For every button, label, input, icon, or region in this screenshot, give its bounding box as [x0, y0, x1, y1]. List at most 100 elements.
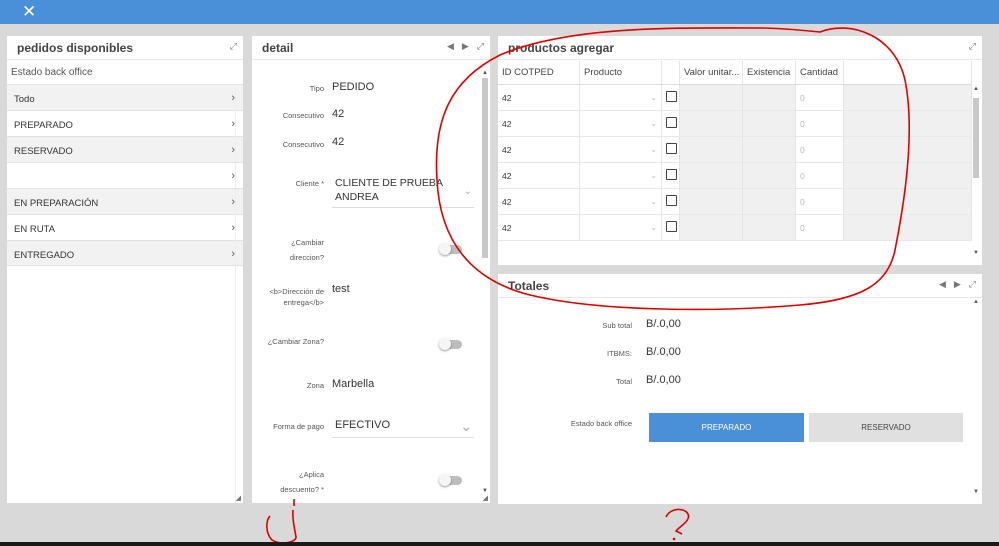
expand-icon[interactable]: ⤢: [477, 41, 484, 52]
expand-icon[interactable]: ⤢: [969, 41, 976, 52]
caret-left-icon[interactable]: ◀: [447, 41, 454, 52]
toggle-aplica-descuento[interactable]: [439, 474, 462, 486]
scrollbar[interactable]: [235, 84, 243, 503]
scroll-down-icon[interactable]: ▼: [973, 250, 979, 256]
cell-id: 42: [498, 85, 580, 110]
preparado-button[interactable]: PREPARADO: [649, 413, 804, 442]
scroll-up-icon[interactable]: ▲: [973, 299, 979, 305]
chevron-down-icon[interactable]: ⌄: [650, 145, 657, 154]
resize-handle-icon[interactable]: ◢: [236, 494, 241, 502]
state-label: ENTREGADO: [14, 250, 75, 261]
chevron-down-icon[interactable]: ⌄: [650, 93, 657, 102]
cell-cantidad[interactable]: 0: [796, 85, 844, 110]
checkbox[interactable]: [666, 91, 677, 102]
expand-icon[interactable]: ⤢: [969, 279, 976, 290]
column-header[interactable]: Producto: [580, 61, 662, 84]
cell-cantidad[interactable]: 0: [796, 163, 844, 188]
field-value: test: [332, 283, 350, 295]
field-value: EFECTIVO: [335, 419, 391, 431]
total-row: Total B/.0,00: [498, 374, 878, 388]
column-header[interactable]: Existencia: [743, 61, 796, 84]
products-grid: ID COTPED Producto Valor unitar... Exist…: [498, 61, 972, 241]
scrollbar-thumb[interactable]: [482, 78, 488, 258]
reservado-button[interactable]: RESERVADO: [809, 413, 963, 442]
state-item-reservado[interactable]: RESERVADO ›: [7, 136, 243, 162]
scroll-up-icon[interactable]: ▲: [973, 86, 979, 92]
column-header[interactable]: Cantidad: [796, 61, 844, 84]
cell-checkbox[interactable]: [662, 215, 680, 240]
state-item-preparado[interactable]: PREPARADO ›: [7, 110, 243, 136]
annotation-dot: [672, 537, 676, 541]
scrollbar-thumb[interactable]: [973, 98, 979, 178]
cell-producto[interactable]: ⌄: [580, 137, 662, 162]
chevron-down-icon[interactable]: ⌄: [460, 418, 472, 435]
table-row[interactable]: 42 ⌄ 0: [498, 85, 972, 111]
cell-cantidad[interactable]: 0: [796, 111, 844, 136]
table-row[interactable]: 42 ⌄ 0: [498, 215, 972, 241]
cell-checkbox[interactable]: [662, 85, 680, 110]
checkbox[interactable]: [666, 143, 677, 154]
checkbox[interactable]: [666, 169, 677, 180]
resize-handle-icon[interactable]: ◢: [483, 494, 488, 502]
itbms-value: B/.0,00: [646, 346, 681, 358]
state-item-empty[interactable]: ›: [7, 162, 243, 188]
cell-producto[interactable]: ⌄: [580, 163, 662, 188]
table-row[interactable]: 42 ⌄ 0: [498, 111, 972, 137]
field-label: Consecutivo: [282, 111, 324, 120]
table-row[interactable]: 42 ⌄ 0: [498, 137, 972, 163]
column-header[interactable]: Valor unitar...: [680, 61, 743, 84]
cell-producto[interactable]: ⌄: [580, 189, 662, 214]
checkbox[interactable]: [666, 117, 677, 128]
cell-cantidad[interactable]: 0: [796, 215, 844, 240]
chevron-down-icon[interactable]: ⌄: [650, 223, 657, 232]
caret-right-icon[interactable]: ▶: [462, 41, 469, 52]
caret-left-icon[interactable]: ◀: [939, 279, 946, 290]
column-header[interactable]: ID COTPED: [498, 61, 580, 84]
close-icon[interactable]: ✕: [22, 2, 36, 22]
panel-header: pedidos disponibles ⤢: [7, 36, 243, 60]
caret-right-icon[interactable]: ▶: [954, 279, 961, 290]
cell-checkbox[interactable]: [662, 111, 680, 136]
cell-cantidad[interactable]: 0: [796, 189, 844, 214]
panel-header: productos agregar ⤢: [498, 36, 982, 60]
chevron-down-icon[interactable]: ⌄: [464, 186, 472, 197]
toggle-cambiar-direccion[interactable]: [439, 243, 462, 255]
state-item-todo[interactable]: Todo ›: [7, 84, 243, 110]
state-item-entregado[interactable]: ENTREGADO ›: [7, 240, 243, 266]
estado-label: Estado back office: [570, 419, 632, 428]
cell-existencia: [743, 85, 796, 110]
table-row[interactable]: 42 ⌄ 0: [498, 163, 972, 189]
scroll-up-icon[interactable]: ▲: [482, 70, 488, 76]
toggle-cambiar-zona[interactable]: [439, 338, 462, 350]
cell-producto[interactable]: ⌄: [580, 111, 662, 136]
field-label: Forma de pago: [273, 422, 324, 431]
cell-producto[interactable]: ⌄: [580, 215, 662, 240]
scrollbar[interactable]: ▲ ▼: [972, 86, 980, 256]
column-header-filler: [844, 61, 972, 84]
checkbox[interactable]: [666, 221, 677, 232]
cell-filler: [844, 189, 972, 214]
chevron-down-icon[interactable]: ⌄: [650, 171, 657, 180]
checkbox[interactable]: [666, 195, 677, 206]
scrollbar[interactable]: ▲ ▼: [481, 70, 489, 494]
itbms-label: ITBMS:: [606, 349, 632, 358]
cell-cantidad[interactable]: 0: [796, 137, 844, 162]
state-item-en-preparacion[interactable]: EN PREPARACIÓN ›: [7, 188, 243, 214]
cell-valor-unitario: [680, 189, 743, 214]
field-label: ¿Aplica: [298, 470, 324, 479]
expand-icon[interactable]: ⤢: [230, 41, 237, 52]
scroll-down-icon[interactable]: ▼: [973, 489, 979, 495]
cell-checkbox[interactable]: [662, 189, 680, 214]
cell-checkbox[interactable]: [662, 137, 680, 162]
cell-producto[interactable]: ⌄: [580, 85, 662, 110]
column-header[interactable]: [662, 61, 680, 84]
chevron-down-icon[interactable]: ⌄: [650, 197, 657, 206]
state-item-en-ruta[interactable]: EN RUTA ›: [7, 214, 243, 240]
scrollbar[interactable]: ▲ ▼: [972, 299, 980, 495]
table-row[interactable]: 42 ⌄ 0: [498, 189, 972, 215]
chevron-down-icon[interactable]: ⌄: [650, 119, 657, 128]
field-label: Consecutivo: [282, 140, 324, 149]
subtotal-value: B/.0,00: [646, 318, 681, 330]
detail-panel: detail ◀ ▶ ⤢ Tipo PEDIDO Consecutivo 42 …: [252, 36, 490, 503]
cell-checkbox[interactable]: [662, 163, 680, 188]
